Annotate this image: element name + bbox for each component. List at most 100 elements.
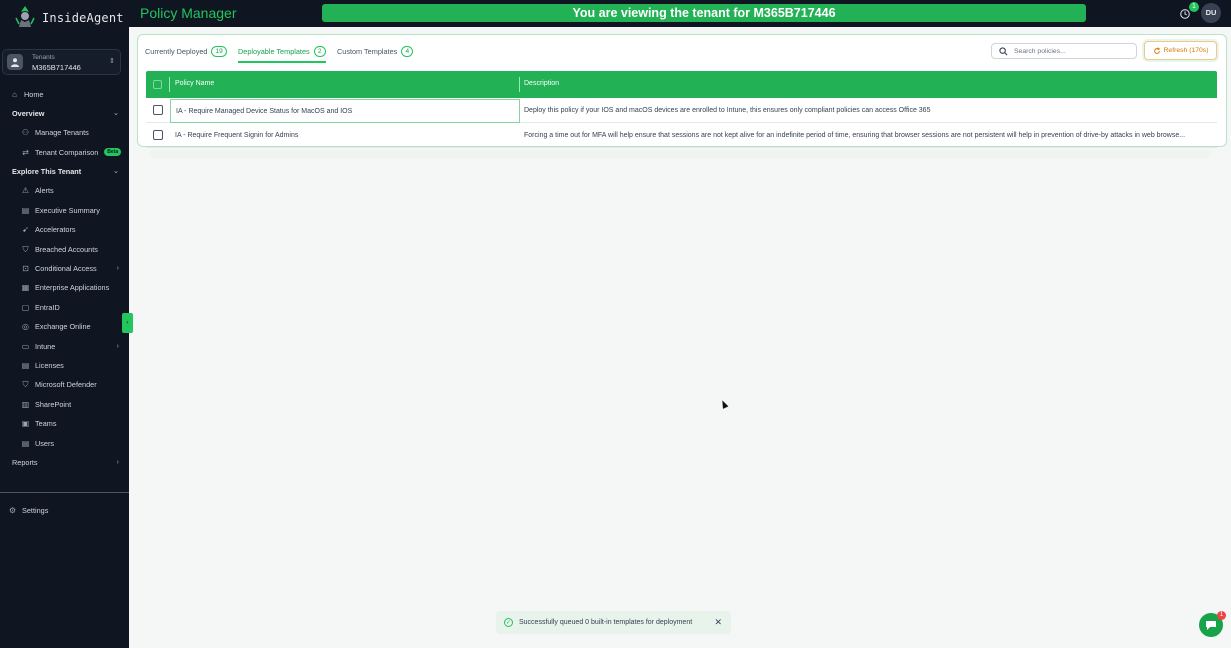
sidebar-item-reports[interactable]: Reports › <box>0 454 129 470</box>
beta-badge: Beta <box>104 148 122 156</box>
compare-icon: ⇄ <box>22 147 29 157</box>
mouse-cursor-icon <box>719 399 729 409</box>
table-row[interactable]: IA - Require Managed Device Status for M… <box>146 98 1217 123</box>
sidebar-item-home[interactable]: ⌂ Home <box>0 86 129 102</box>
sidebar-collapse-handle[interactable]: ‹ <box>122 313 133 333</box>
chevron-updown-icon: ⇕ <box>109 58 115 65</box>
home-icon: ⌂ <box>12 89 17 99</box>
sidebar-item-executive-summary[interactable]: ▤ Executive Summary <box>0 202 129 218</box>
tenant-banner: You are viewing the tenant for M365B7174… <box>322 4 1086 22</box>
sidebar-item-label: Alerts <box>35 185 54 195</box>
sidebar-item-label: Users <box>35 438 55 448</box>
policy-table: Policy Name Description IA - Require Man… <box>146 71 1217 148</box>
tenant-value: M365B717446 <box>32 63 81 72</box>
sidebar-item-label: Accelerators <box>35 224 76 234</box>
defender-icon: ⛉ <box>22 379 29 389</box>
sidebar-section-label: Overview <box>12 108 45 118</box>
sidebar-item-label: Microsoft Defender <box>35 379 97 389</box>
policy-panel: Currently Deployed 19 Deployable Templat… <box>137 34 1227 148</box>
row-checkbox[interactable] <box>153 130 163 140</box>
column-header-description[interactable]: Description <box>524 80 559 87</box>
sidebar-item-label: Teams <box>35 418 57 428</box>
tab-count-badge: 19 <box>211 46 227 57</box>
sidebar-section-explore[interactable]: Explore This Tenant ⌄ <box>0 163 129 179</box>
device-icon: ▭ <box>21 341 30 351</box>
search-box[interactable] <box>991 43 1137 59</box>
close-icon[interactable]: ✕ <box>714 617 722 628</box>
sharepoint-icon: ▥ <box>21 399 30 409</box>
top-bar: InsideAgent Policy Manager You are viewi… <box>0 0 1231 30</box>
tab-label: Currently Deployed <box>145 47 208 56</box>
tenants-icon: ⚇ <box>21 127 30 137</box>
tab-count-badge: 4 <box>401 46 414 57</box>
sidebar-item-label: Home <box>24 89 44 99</box>
active-tab-indicator <box>238 61 326 63</box>
sidebar-item-users[interactable]: ▤ Users <box>0 435 129 451</box>
chevron-right-icon: › <box>116 458 119 466</box>
search-icon <box>999 46 1008 55</box>
chevron-right-icon: › <box>116 342 119 350</box>
chevron-down-icon: ⌄ <box>113 110 119 117</box>
select-all-checkbox[interactable] <box>153 80 162 89</box>
search-input[interactable] <box>1014 47 1132 55</box>
tab-currently-deployed[interactable]: Currently Deployed 19 <box>145 46 227 57</box>
sidebar-item-label: Executive Summary <box>35 205 100 215</box>
tenant-selector[interactable]: Tenants M365B717446 ⇕ <box>2 49 121 75</box>
chevron-right-icon: › <box>116 264 119 272</box>
sidebar-item-accelerators[interactable]: ➹ Accelerators <box>0 221 129 237</box>
sidebar-item-label: Intune <box>35 341 56 351</box>
id-icon: ▢ <box>21 302 30 312</box>
sidebar-item-label: Conditional Access <box>35 263 97 273</box>
sidebar-item-settings[interactable]: ⚙ Settings <box>0 502 129 518</box>
sidebar-item-exchange-online[interactable]: ◎ Exchange Online <box>0 318 129 334</box>
sidebar-item-enterprise-applications[interactable]: ▦ Enterprise Applications <box>0 279 129 295</box>
policy-name-cell: IA - Require Frequent Signin for Admins <box>175 132 299 139</box>
user-icon <box>11 58 19 67</box>
sidebar-item-label: Breached Accounts <box>35 244 98 254</box>
column-separator <box>519 77 520 92</box>
sidebar-item-tenant-comparison[interactable]: ⇄ Tenant Comparison Beta <box>0 144 129 160</box>
sidebar-divider <box>0 492 129 493</box>
sidebar-item-teams[interactable]: ▣ Teams <box>0 415 129 431</box>
check-circle-icon: ✓ <box>504 618 513 627</box>
tenant-label: Tenants <box>32 54 55 61</box>
tab-count-badge: 2 <box>313 46 326 57</box>
sidebar-item-alerts[interactable]: ⚠ Alerts <box>0 182 129 198</box>
sidebar-item-label: Settings <box>22 505 49 515</box>
refresh-label: Refresh (170s) <box>1163 47 1209 54</box>
sidebar-section-label: Explore This Tenant <box>12 166 82 176</box>
sidebar-item-sharepoint[interactable]: ▥ SharePoint <box>0 396 129 412</box>
tab-custom-templates[interactable]: Custom Templates 4 <box>337 46 414 57</box>
sidebar-item-microsoft-defender[interactable]: ⛉ Microsoft Defender <box>0 376 129 392</box>
sidebar-item-manage-tenants[interactable]: ⚇ Manage Tenants <box>0 124 129 140</box>
sidebar-item-label: SharePoint <box>35 399 72 409</box>
refresh-button[interactable]: Refresh (170s) <box>1144 41 1217 60</box>
sidebar-item-licenses[interactable]: ▤ Licenses <box>0 357 129 373</box>
sidebar-item-label: Tenant Comparison <box>35 147 99 157</box>
tab-label: Deployable Templates <box>238 47 310 56</box>
sidebar-item-intune[interactable]: ▭ Intune › <box>0 338 129 354</box>
sidebar-item-breached-accounts[interactable]: ⛉ Breached Accounts <box>0 241 129 257</box>
refresh-icon <box>1153 46 1160 54</box>
user-avatar[interactable]: DU <box>1201 3 1221 23</box>
teams-icon: ▣ <box>21 418 30 428</box>
alert-icon: ⚠ <box>21 185 30 195</box>
policy-description-cell: Forcing a time out for MFA will help ens… <box>524 132 1186 139</box>
sidebar-item-label: Reports <box>12 457 38 467</box>
table-row[interactable]: IA - Require Frequent Signin for Admins … <box>146 123 1217 148</box>
chat-button[interactable]: 1 <box>1199 611 1226 637</box>
policy-description-cell: Deploy this policy if your IOS and macOS… <box>524 107 931 114</box>
gear-icon: ⚙ <box>8 505 17 515</box>
column-header-policy-name[interactable]: Policy Name <box>175 80 214 87</box>
sidebar-item-entraid[interactable]: ▢ EntraID <box>0 299 129 315</box>
license-icon: ▤ <box>21 360 30 370</box>
globe-icon: ◎ <box>22 321 29 331</box>
success-toast: ✓ Successfully queued 0 built-in templat… <box>496 611 731 634</box>
timer-icon[interactable]: 1 <box>1179 2 1199 20</box>
row-checkbox[interactable] <box>153 105 163 115</box>
tab-deployable-templates[interactable]: Deployable Templates 2 <box>238 46 326 57</box>
toast-message: Successfully queued 0 built-in templates… <box>519 619 693 626</box>
sidebar-section-overview[interactable]: Overview ⌄ <box>0 105 129 121</box>
sidebar-item-conditional-access[interactable]: ⊡ Conditional Access › <box>0 260 129 276</box>
document-icon: ▤ <box>21 205 30 215</box>
